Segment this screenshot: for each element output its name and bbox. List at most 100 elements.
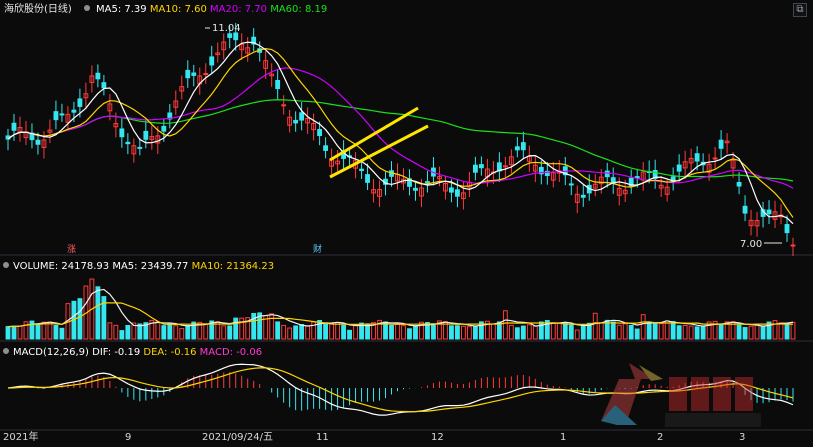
x-tick-2: 2021/09/24/五 [202, 432, 273, 443]
volume-bar [461, 325, 466, 340]
volume-bar [287, 327, 293, 340]
volume-bar [401, 325, 406, 340]
candle-body [137, 146, 143, 149]
candle-body [520, 142, 526, 151]
stock-title: 海欣股份(日线) [4, 2, 72, 15]
candle-body [712, 157, 718, 160]
candle-body [59, 113, 65, 116]
volume-bar [472, 325, 478, 340]
volume-bar [347, 329, 352, 340]
volume-bar [365, 323, 370, 340]
candle-body [323, 145, 329, 151]
macd-header: MACD(12,26,9) DIF: -0.19 DEA: -0.16 MACD… [3, 347, 262, 358]
ma10-line [7, 47, 794, 218]
volume-bar [395, 323, 400, 340]
candle-body [101, 82, 107, 89]
x-axis: 2021年 9 2021/09/24/五 11 12 1 2 3 [3, 430, 745, 443]
volume-bar [550, 322, 556, 340]
volume-bar [616, 324, 622, 340]
candle-body [718, 139, 724, 149]
volume-bar [658, 323, 664, 340]
trend-line-upper [329, 106, 419, 162]
candle-body [119, 128, 125, 138]
event-tag-right: 财 [313, 243, 322, 255]
candle-body [359, 168, 364, 172]
volume-bar [305, 325, 311, 340]
candle-body [227, 33, 233, 38]
volume-bar [107, 322, 113, 340]
volume-bar [227, 325, 233, 340]
volume-bar [77, 298, 83, 340]
volume-bar [598, 322, 604, 340]
volume-bar [233, 317, 239, 340]
volume-bar [514, 327, 520, 340]
volume-bar [784, 322, 790, 340]
volume-bar [742, 327, 748, 340]
volume-bar [389, 324, 394, 340]
volume-bar [35, 323, 41, 340]
candle-body [694, 153, 700, 162]
volume-bar [568, 324, 574, 340]
volume-bar [455, 325, 460, 340]
stock-chart-window: 海欣股份(日线) MA5: 7.39 MA10: 7.60 MA20: 7.70… [0, 0, 813, 443]
volume-bar [11, 325, 17, 340]
candle-body [185, 69, 191, 79]
volume-bar [628, 324, 634, 340]
candle-body [161, 125, 167, 132]
volume-bar [736, 324, 742, 340]
volume-bar [754, 324, 760, 340]
candle-body [125, 141, 131, 145]
volume-header-dot [3, 262, 9, 268]
volume-bar [275, 321, 281, 340]
candle-body [413, 187, 418, 191]
candle-body [790, 244, 796, 247]
panel-toggle-button[interactable]: ⧉ [793, 3, 807, 17]
volume-ma5-line [7, 288, 794, 328]
volume-bar [41, 321, 47, 340]
moving-average-lines [7, 41, 794, 225]
candle-body [317, 129, 323, 137]
candle-body [472, 164, 478, 173]
x-tick-1: 9 [125, 432, 131, 443]
volume-bar [167, 323, 173, 340]
candle-body [293, 119, 299, 124]
candle-body [35, 139, 41, 145]
volume-bar [760, 326, 766, 340]
candle-body [299, 112, 305, 121]
candle-body [568, 183, 574, 186]
volume-bar [778, 322, 784, 340]
volume-bar [562, 322, 568, 340]
volume-bar [646, 321, 652, 340]
high-label: 11.04 [212, 23, 241, 34]
volume-bar [532, 325, 538, 340]
volume-bar [185, 325, 191, 340]
x-tick-0: 2021年 [3, 430, 38, 443]
candle-body [209, 56, 215, 66]
volume-bar [431, 323, 436, 340]
volume-bar [580, 325, 586, 340]
volume-bar [155, 321, 161, 340]
candle-body [53, 111, 59, 121]
macd-header-dot [3, 348, 9, 354]
ma-legend: MA5: 7.39 MA10: 7.60 MA20: 7.70 MA60: 8.… [96, 4, 327, 15]
volume-bar [323, 322, 329, 340]
x-tick-7: 3 [739, 432, 745, 443]
x-tick-5: 1 [560, 432, 566, 443]
volume-bar [592, 312, 598, 340]
volume-bar [520, 325, 526, 340]
ma5-line [7, 41, 794, 225]
volume-bar [700, 325, 706, 340]
candle-body [514, 146, 520, 151]
volume-bar [574, 329, 580, 340]
volume-bar [682, 324, 688, 340]
macd-legend: MACD(12,26,9) DIF: -0.19 DEA: -0.16 MACD… [13, 347, 262, 358]
x-tick-3: 11 [316, 432, 329, 443]
candle-body [71, 109, 77, 113]
x-tick-4: 12 [431, 432, 444, 443]
volume-bar [640, 314, 646, 340]
candle-body [736, 181, 742, 187]
candle-body [95, 72, 101, 80]
volume-bar [119, 330, 125, 340]
candle-body [742, 205, 748, 214]
volume-bar [17, 325, 23, 340]
